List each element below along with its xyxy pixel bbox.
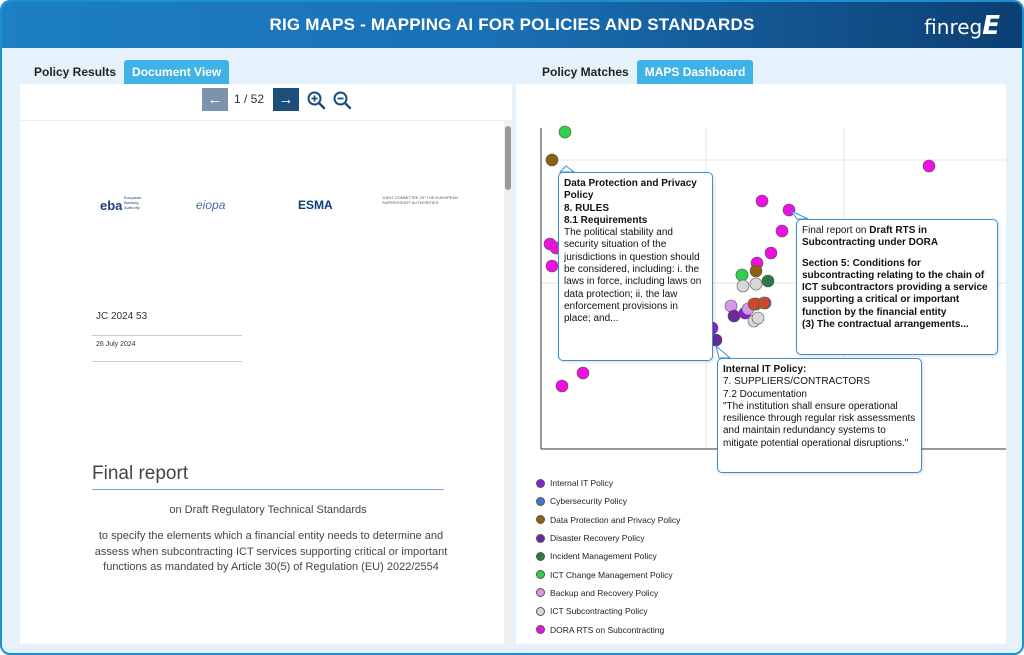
next-page-button[interactable]: → bbox=[273, 88, 299, 111]
callout-pointer bbox=[790, 210, 809, 220]
legend-label: Incident Management Policy bbox=[550, 551, 657, 562]
callout-pointer bbox=[715, 344, 732, 359]
tab-document-view[interactable]: Document View bbox=[124, 60, 230, 84]
document-reference: JC 2024 53 bbox=[96, 311, 148, 322]
zoom-out-icon[interactable] bbox=[332, 90, 352, 110]
callout-subsection: 7.2 Documentation bbox=[723, 388, 807, 400]
legend-swatch bbox=[536, 625, 545, 635]
data-point bbox=[545, 153, 559, 167]
legend-swatch bbox=[536, 551, 545, 561]
esma-logo: ESMA bbox=[298, 198, 333, 212]
tab-maps-dashboard[interactable]: MAPS Dashboard bbox=[636, 60, 754, 84]
callout-text: (3) The contractual arrangements... bbox=[802, 319, 969, 331]
eiopa-logo: eiopa bbox=[196, 198, 226, 212]
finrege-logo: finregE bbox=[924, 11, 1000, 41]
zoom-in-icon[interactable] bbox=[306, 90, 326, 110]
document-page: eba European Banking Authority eiopa ESM… bbox=[20, 120, 512, 644]
data-point bbox=[755, 194, 769, 208]
data-point bbox=[775, 224, 789, 238]
logo-mark: E bbox=[982, 11, 1000, 41]
legend-item[interactable]: DORA RTS on Subcontracting bbox=[536, 620, 680, 638]
callout-text: The political stability and security sit… bbox=[564, 227, 702, 325]
document-viewer: ← 1 / 52 → eba European Banking Authorit… bbox=[20, 84, 512, 644]
callout-section: 8. RULES bbox=[564, 202, 610, 214]
legend-swatch bbox=[536, 478, 545, 488]
logo-text: finreg bbox=[924, 15, 983, 39]
data-point bbox=[764, 246, 778, 260]
data-point bbox=[749, 264, 763, 278]
legend-swatch bbox=[536, 496, 545, 506]
legend-swatch bbox=[536, 533, 545, 543]
tab-policy-results[interactable]: Policy Results bbox=[26, 60, 124, 84]
scrollbar-thumb[interactable] bbox=[505, 126, 511, 190]
legend-swatch bbox=[536, 570, 545, 580]
document-scrollbar[interactable] bbox=[504, 120, 512, 644]
left-tab-bar: Policy Results Document View bbox=[26, 60, 230, 84]
legend-item[interactable]: ICT Subcontracting Policy bbox=[536, 602, 680, 620]
data-point bbox=[555, 379, 569, 393]
data-point bbox=[576, 366, 590, 380]
prev-page-button[interactable]: ← bbox=[202, 88, 228, 111]
document-date: 26 July 2024 bbox=[96, 341, 136, 348]
divider bbox=[92, 361, 242, 362]
legend-item[interactable]: Data Protection and Privacy Policy bbox=[536, 511, 680, 529]
legend-label: ICT Change Management Policy bbox=[550, 569, 673, 580]
legend-item[interactable]: ICT Change Management Policy bbox=[536, 565, 680, 583]
legend-label: ICT Subcontracting Policy bbox=[550, 606, 648, 617]
legend-item[interactable]: Backup and Recovery Policy bbox=[536, 584, 680, 602]
chart-legend: Internal IT Policy Cybersecurity Policy Da… bbox=[536, 474, 680, 639]
legend-label: Cybersecurity Policy bbox=[550, 496, 627, 507]
data-point bbox=[558, 125, 572, 139]
right-tab-bar: Policy Matches MAPS Dashboard bbox=[534, 60, 754, 84]
data-point bbox=[761, 274, 775, 288]
document-description: to specify the elements which a financia… bbox=[94, 530, 448, 573]
data-point bbox=[727, 309, 741, 323]
title-underline bbox=[92, 489, 444, 490]
document-title: Final report bbox=[92, 463, 189, 484]
document-toolbar: ← 1 / 52 → bbox=[20, 84, 512, 116]
data-point bbox=[751, 311, 765, 325]
page-counter: 1 / 52 bbox=[234, 92, 265, 106]
legend-item[interactable]: Cybersecurity Policy bbox=[536, 492, 680, 510]
data-point bbox=[922, 159, 936, 173]
data-point bbox=[545, 259, 559, 273]
callout-title: Internal IT Policy: bbox=[723, 364, 807, 375]
legend-item[interactable]: Internal IT Policy bbox=[536, 474, 680, 492]
maps-dashboard: Data Protection and Privacy Policy 8. RU… bbox=[516, 84, 1006, 644]
callout-section: Section 5: Conditions for subcontracting… bbox=[802, 257, 988, 318]
legend-swatch bbox=[536, 606, 545, 616]
data-point bbox=[757, 296, 771, 310]
callout-section: 7. SUPPLIERS/CONTRACTORS bbox=[723, 376, 871, 388]
callout-data-protection[interactable]: Data Protection and Privacy Policy 8. RU… bbox=[558, 172, 713, 361]
document-subtitle: on Draft Regulatory Technical Standards bbox=[169, 504, 367, 516]
app-header: RIG MAPS - MAPPING AI FOR POLICIES AND S… bbox=[2, 2, 1022, 48]
legend-label: Backup and Recovery Policy bbox=[550, 587, 659, 598]
legend-label: DORA RTS on Subcontracting bbox=[550, 624, 665, 635]
legend-swatch bbox=[536, 515, 545, 525]
data-point bbox=[749, 277, 763, 291]
eba-logo: eba bbox=[100, 198, 123, 213]
joint-committee-logo: JOINT COMMITTEE OF THE EUROPEAN SUPERVIS… bbox=[382, 195, 458, 205]
data-point bbox=[735, 268, 749, 282]
callout-text: "The institution shall ensure operationa… bbox=[723, 400, 916, 449]
callout-subsection: 8.1 Requirements bbox=[564, 214, 648, 226]
callout-title-prefix: Final report on bbox=[802, 225, 870, 236]
app-title: RIG MAPS - MAPPING AI FOR POLICIES AND S… bbox=[269, 15, 755, 34]
legend-swatch bbox=[536, 588, 545, 598]
legend-label: Data Protection and Privacy Policy bbox=[550, 514, 681, 525]
eba-logo-subtitle: European Banking Authority bbox=[124, 195, 142, 210]
legend-label: Internal IT Policy bbox=[550, 478, 614, 489]
data-point bbox=[736, 279, 750, 293]
callout-internal-it[interactable]: Internal IT Policy: 7. SUPPLIERS/CONTRAC… bbox=[717, 358, 922, 473]
legend-label: Disaster Recovery Policy bbox=[550, 533, 645, 544]
callout-title: Data Protection and Privacy Policy bbox=[564, 178, 697, 202]
callout-dora-rts[interactable]: Final report on Draft RTS in Subcontract… bbox=[796, 219, 998, 355]
divider bbox=[92, 335, 242, 336]
app-window: RIG MAPS - MAPPING AI FOR POLICIES AND S… bbox=[0, 0, 1024, 655]
legend-item[interactable]: Disaster Recovery Policy bbox=[536, 529, 680, 547]
tab-policy-matches[interactable]: Policy Matches bbox=[534, 60, 637, 84]
legend-item[interactable]: Incident Management Policy bbox=[536, 547, 680, 565]
